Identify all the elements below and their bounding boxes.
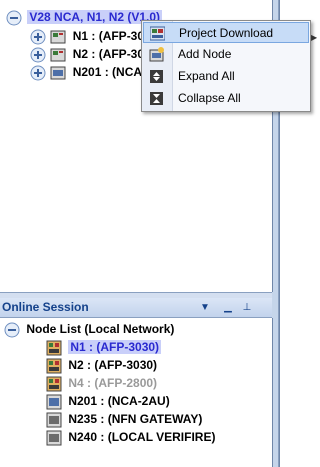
expand-circle-icon[interactable] — [30, 65, 46, 81]
panel-node-icon — [50, 48, 66, 62]
list-item-n1[interactable]: N1 : (AFP-3030) — [46, 338, 162, 356]
network-node-icon — [50, 66, 66, 80]
list-item-n4[interactable]: N4 : (AFP-2800) — [46, 374, 157, 392]
menu-item-label: Add Node — [178, 47, 232, 61]
network-node-icon — [46, 394, 62, 410]
download-icon — [150, 26, 165, 41]
node-list-root[interactable]: Node List (Local Network) — [4, 320, 174, 338]
collapse-circle-icon[interactable] — [6, 10, 22, 26]
list-item-label: N235 : (NFN GATEWAY) — [68, 412, 203, 426]
list-item-n235[interactable]: N235 : (NFN GATEWAY) — [46, 410, 202, 428]
collapse-all-icon — [150, 92, 163, 105]
add-node-icon — [149, 47, 164, 62]
menu-item-collapse-all[interactable]: Collapse All — [143, 88, 309, 109]
list-item-n240[interactable]: N240 : (LOCAL VERIFIRE) — [46, 428, 215, 446]
panel-node-icon — [46, 358, 62, 374]
expand-circle-icon[interactable] — [30, 29, 46, 45]
list-item-label: N2 : (AFP-3030) — [68, 358, 158, 372]
tree-node-n2[interactable]: N2 : (AFP-30 — [30, 45, 144, 63]
online-session-header: Online Session ▼ ▁ ⊥ — [0, 298, 272, 318]
menu-item-add-node[interactable]: Add Node — [143, 44, 309, 65]
context-menu: Project Download Add Node Expand All Col… — [141, 20, 311, 112]
panel-node-icon — [46, 340, 62, 356]
tree-root[interactable]: V28 NCA, N1, N2 (V1.0) — [6, 8, 163, 26]
list-item-label: N1 : (AFP-3030) — [68, 340, 162, 354]
collapse-circle-icon[interactable] — [4, 322, 20, 338]
panel-node-icon — [50, 30, 66, 44]
gateway-node-icon — [46, 412, 62, 428]
verifire-node-icon — [46, 430, 62, 446]
minimize-icon[interactable]: ▁ — [221, 301, 235, 314]
menu-item-label: Collapse All — [178, 91, 241, 105]
dropdown-icon[interactable]: ▼ — [198, 301, 212, 314]
tree-node-label: N2 : (AFP-30 — [72, 47, 145, 61]
list-item-n2[interactable]: N2 : (AFP-3030) — [46, 356, 157, 374]
online-session-pane: Node List (Local Network) N1 : (AFP-3030… — [0, 318, 273, 467]
online-session-title: Online Session — [2, 300, 89, 314]
list-item-label: N4 : (AFP-2800) — [68, 376, 158, 390]
submenu-arrow-icon: ▶ — [311, 33, 318, 42]
panel-node-icon — [46, 376, 62, 392]
menu-item-expand-all[interactable]: Expand All — [143, 66, 309, 87]
menu-item-project-download[interactable]: Project Download — [143, 22, 309, 43]
menu-item-label: Project Download — [179, 26, 274, 40]
node-list-label: Node List (Local Network) — [26, 322, 175, 336]
pin-icon[interactable]: ⊥ — [240, 301, 254, 314]
tree-node-n1[interactable]: N1 : (AFP-30 — [30, 27, 144, 45]
list-item-label: N201 : (NCA-2AU) — [68, 394, 170, 408]
expand-circle-icon[interactable] — [30, 47, 46, 63]
expand-all-icon — [150, 70, 163, 83]
tree-node-n201[interactable]: N201 : (NCA — [30, 63, 142, 81]
menu-item-label: Expand All — [178, 69, 235, 83]
list-item-n201[interactable]: N201 : (NCA-2AU) — [46, 392, 170, 410]
list-item-label: N240 : (LOCAL VERIFIRE) — [68, 430, 216, 444]
tree-node-label: N1 : (AFP-30 — [72, 29, 145, 43]
tree-node-label: N201 : (NCA — [72, 65, 143, 79]
